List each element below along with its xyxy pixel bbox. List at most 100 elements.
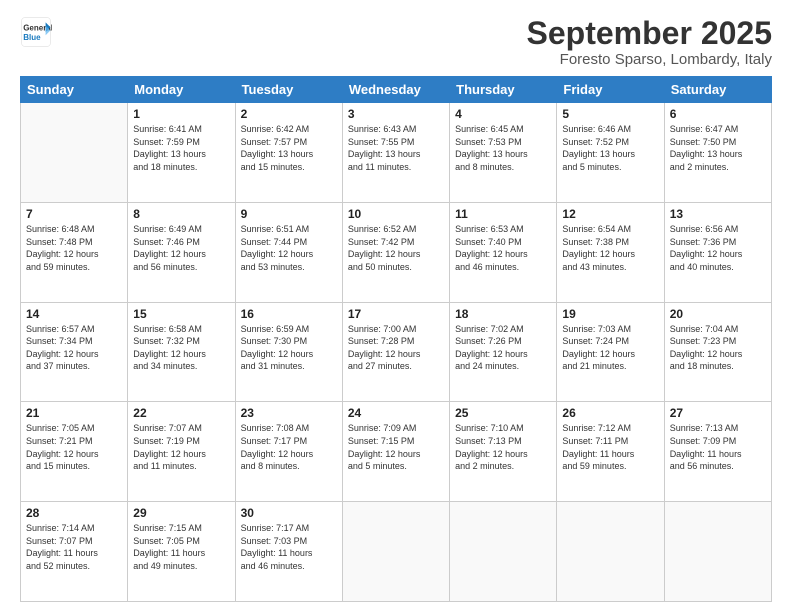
calendar-cell: 1 Sunrise: 6:41 AM Sunset: 7:59 PM Daylig… bbox=[128, 103, 235, 203]
calendar-subtitle: Foresto Sparso, Lombardy, Italy bbox=[527, 51, 772, 68]
day-number: 19 bbox=[562, 307, 658, 321]
day-number: 12 bbox=[562, 207, 658, 221]
calendar-cell: 17 Sunrise: 7:00 AM Sunset: 7:28 PM Dayli… bbox=[342, 302, 449, 402]
day-number: 16 bbox=[241, 307, 337, 321]
day-info: Sunrise: 6:53 AM Sunset: 7:40 PM Dayligh… bbox=[455, 223, 551, 273]
day-info: Sunrise: 6:59 AM Sunset: 7:30 PM Dayligh… bbox=[241, 323, 337, 373]
header-friday: Friday bbox=[557, 77, 664, 103]
day-info: Sunrise: 6:49 AM Sunset: 7:46 PM Dayligh… bbox=[133, 223, 229, 273]
logo: General Blue bbox=[20, 16, 52, 48]
calendar-cell: 27 Sunrise: 7:13 AM Sunset: 7:09 PM Dayli… bbox=[664, 402, 771, 502]
header-saturday: Saturday bbox=[664, 77, 771, 103]
day-info: Sunrise: 6:57 AM Sunset: 7:34 PM Dayligh… bbox=[26, 323, 122, 373]
day-number: 3 bbox=[348, 107, 444, 121]
day-number: 17 bbox=[348, 307, 444, 321]
day-number: 9 bbox=[241, 207, 337, 221]
day-info: Sunrise: 6:41 AM Sunset: 7:59 PM Dayligh… bbox=[133, 123, 229, 173]
day-number: 13 bbox=[670, 207, 766, 221]
day-info: Sunrise: 6:46 AM Sunset: 7:52 PM Dayligh… bbox=[562, 123, 658, 173]
calendar-cell: 3 Sunrise: 6:43 AM Sunset: 7:55 PM Daylig… bbox=[342, 103, 449, 203]
page: General Blue September 2025 Foresto Spar… bbox=[0, 0, 792, 612]
day-number: 18 bbox=[455, 307, 551, 321]
day-number: 15 bbox=[133, 307, 229, 321]
day-info: Sunrise: 7:14 AM Sunset: 7:07 PM Dayligh… bbox=[26, 522, 122, 572]
day-number: 14 bbox=[26, 307, 122, 321]
day-number: 6 bbox=[670, 107, 766, 121]
day-number: 10 bbox=[348, 207, 444, 221]
day-number: 11 bbox=[455, 207, 551, 221]
calendar-table: Sunday Monday Tuesday Wednesday Thursday… bbox=[20, 76, 772, 602]
header: General Blue September 2025 Foresto Spar… bbox=[20, 16, 772, 68]
title-block: September 2025 Foresto Sparso, Lombardy,… bbox=[527, 16, 772, 68]
calendar-cell: 26Sunrise: 7:12 AM Sunset: 7:11 PM Dayli… bbox=[557, 402, 664, 502]
day-number: 29 bbox=[133, 506, 229, 520]
day-info: Sunrise: 7:00 AM Sunset: 7:28 PM Dayligh… bbox=[348, 323, 444, 373]
day-info: Sunrise: 7:10 AM Sunset: 7:13 PM Dayligh… bbox=[455, 422, 551, 472]
calendar-cell: 5 Sunrise: 6:46 AM Sunset: 7:52 PM Daylig… bbox=[557, 103, 664, 203]
day-number: 30 bbox=[241, 506, 337, 520]
calendar-cell bbox=[342, 502, 449, 602]
day-number: 5 bbox=[562, 107, 658, 121]
day-info: Sunrise: 6:45 AM Sunset: 7:53 PM Dayligh… bbox=[455, 123, 551, 173]
day-number: 27 bbox=[670, 406, 766, 420]
calendar-cell: 20 Sunrise: 7:04 AM Sunset: 7:23 PM Dayli… bbox=[664, 302, 771, 402]
day-info: Sunrise: 7:03 AM Sunset: 7:24 PM Dayligh… bbox=[562, 323, 658, 373]
calendar-cell: 9 Sunrise: 6:51 AM Sunset: 7:44 PM Daylig… bbox=[235, 202, 342, 302]
day-number: 21 bbox=[26, 406, 122, 420]
calendar-cell bbox=[21, 103, 128, 203]
day-info: Sunrise: 6:43 AM Sunset: 7:55 PM Dayligh… bbox=[348, 123, 444, 173]
day-info: Sunrise: 7:04 AM Sunset: 7:23 PM Dayligh… bbox=[670, 323, 766, 373]
calendar-cell bbox=[450, 502, 557, 602]
calendar-week-row: 7 Sunrise: 6:48 AM Sunset: 7:48 PM Daylig… bbox=[21, 202, 772, 302]
day-info: Sunrise: 7:15 AM Sunset: 7:05 PM Dayligh… bbox=[133, 522, 229, 572]
calendar-cell: 7 Sunrise: 6:48 AM Sunset: 7:48 PM Daylig… bbox=[21, 202, 128, 302]
calendar-cell: 12Sunrise: 6:54 AM Sunset: 7:38 PM Dayli… bbox=[557, 202, 664, 302]
calendar-cell: 10Sunrise: 6:52 AM Sunset: 7:42 PM Dayli… bbox=[342, 202, 449, 302]
calendar-cell: 2 Sunrise: 6:42 AM Sunset: 7:57 PM Daylig… bbox=[235, 103, 342, 203]
calendar-cell: 16 Sunrise: 6:59 AM Sunset: 7:30 PM Dayli… bbox=[235, 302, 342, 402]
calendar-cell: 22Sunrise: 7:07 AM Sunset: 7:19 PM Dayli… bbox=[128, 402, 235, 502]
svg-text:Blue: Blue bbox=[23, 33, 41, 42]
calendar-cell: 30 Sunrise: 7:17 AM Sunset: 7:03 PM Dayli… bbox=[235, 502, 342, 602]
calendar-week-row: 1 Sunrise: 6:41 AM Sunset: 7:59 PM Daylig… bbox=[21, 103, 772, 203]
calendar-cell: 13 Sunrise: 6:56 AM Sunset: 7:36 PM Dayli… bbox=[664, 202, 771, 302]
day-info: Sunrise: 7:12 AM Sunset: 7:11 PM Dayligh… bbox=[562, 422, 658, 472]
day-info: Sunrise: 7:17 AM Sunset: 7:03 PM Dayligh… bbox=[241, 522, 337, 572]
day-number: 4 bbox=[455, 107, 551, 121]
header-monday: Monday bbox=[128, 77, 235, 103]
day-number: 28 bbox=[26, 506, 122, 520]
header-sunday: Sunday bbox=[21, 77, 128, 103]
day-info: Sunrise: 6:51 AM Sunset: 7:44 PM Dayligh… bbox=[241, 223, 337, 273]
day-info: Sunrise: 6:42 AM Sunset: 7:57 PM Dayligh… bbox=[241, 123, 337, 173]
day-number: 24 bbox=[348, 406, 444, 420]
calendar-cell bbox=[557, 502, 664, 602]
day-number: 20 bbox=[670, 307, 766, 321]
calendar-cell bbox=[664, 502, 771, 602]
day-info: Sunrise: 7:02 AM Sunset: 7:26 PM Dayligh… bbox=[455, 323, 551, 373]
calendar-cell: 29 Sunrise: 7:15 AM Sunset: 7:05 PM Dayli… bbox=[128, 502, 235, 602]
calendar-cell: 4 Sunrise: 6:45 AM Sunset: 7:53 PM Daylig… bbox=[450, 103, 557, 203]
calendar-cell: 18 Sunrise: 7:02 AM Sunset: 7:26 PM Dayli… bbox=[450, 302, 557, 402]
calendar-cell: 8Sunrise: 6:49 AM Sunset: 7:46 PM Daylig… bbox=[128, 202, 235, 302]
calendar-cell: 28 Sunrise: 7:14 AM Sunset: 7:07 PM Dayli… bbox=[21, 502, 128, 602]
calendar-week-row: 28 Sunrise: 7:14 AM Sunset: 7:07 PM Dayli… bbox=[21, 502, 772, 602]
calendar-cell: 24 Sunrise: 7:09 AM Sunset: 7:15 PM Dayli… bbox=[342, 402, 449, 502]
day-info: Sunrise: 7:08 AM Sunset: 7:17 PM Dayligh… bbox=[241, 422, 337, 472]
calendar-cell: 25 Sunrise: 7:10 AM Sunset: 7:13 PM Dayli… bbox=[450, 402, 557, 502]
day-number: 2 bbox=[241, 107, 337, 121]
day-info: Sunrise: 7:09 AM Sunset: 7:15 PM Dayligh… bbox=[348, 422, 444, 472]
day-number: 25 bbox=[455, 406, 551, 420]
day-info: Sunrise: 7:13 AM Sunset: 7:09 PM Dayligh… bbox=[670, 422, 766, 472]
calendar-title: September 2025 bbox=[527, 16, 772, 51]
calendar-cell: 6Sunrise: 6:47 AM Sunset: 7:50 PM Daylig… bbox=[664, 103, 771, 203]
calendar-cell: 23Sunrise: 7:08 AM Sunset: 7:17 PM Dayli… bbox=[235, 402, 342, 502]
day-number: 7 bbox=[26, 207, 122, 221]
calendar-cell: 15 Sunrise: 6:58 AM Sunset: 7:32 PM Dayli… bbox=[128, 302, 235, 402]
header-tuesday: Tuesday bbox=[235, 77, 342, 103]
header-thursday: Thursday bbox=[450, 77, 557, 103]
day-info: Sunrise: 6:58 AM Sunset: 7:32 PM Dayligh… bbox=[133, 323, 229, 373]
day-number: 1 bbox=[133, 107, 229, 121]
day-info: Sunrise: 6:48 AM Sunset: 7:48 PM Dayligh… bbox=[26, 223, 122, 273]
weekday-header-row: Sunday Monday Tuesday Wednesday Thursday… bbox=[21, 77, 772, 103]
day-info: Sunrise: 6:56 AM Sunset: 7:36 PM Dayligh… bbox=[670, 223, 766, 273]
